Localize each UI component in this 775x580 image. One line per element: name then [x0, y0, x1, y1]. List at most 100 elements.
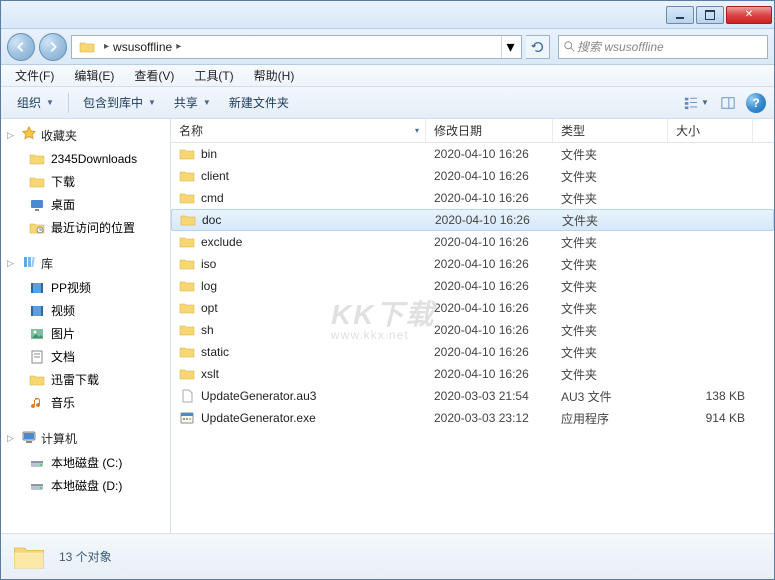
- folder-icon: [179, 190, 195, 206]
- sidebar-item[interactable]: 桌面: [1, 193, 170, 216]
- column-header-date[interactable]: 修改日期: [426, 119, 553, 142]
- address-bar[interactable]: ▸ wsusoffline ▸ ▾: [71, 35, 522, 59]
- explorer-window: ✕ ▸ wsusoffline ▸ ▾ 搜索 wsusoffline 文件(F)…: [0, 0, 775, 580]
- file-row[interactable]: bin2020-04-10 16:26文件夹: [171, 143, 774, 165]
- file-row[interactable]: UpdateGenerator.exe2020-03-03 23:12应用程序9…: [171, 407, 774, 429]
- column-header-name[interactable]: 名称▾: [171, 119, 426, 142]
- preview-pane-button[interactable]: [714, 92, 742, 114]
- chevron-down-icon: ▼: [701, 98, 709, 107]
- file-name: exclude: [201, 235, 242, 249]
- sidebar-item[interactable]: 迅雷下载: [1, 368, 170, 391]
- sidebar-item-label: 本地磁盘 (D:): [51, 477, 122, 494]
- organize-button[interactable]: 组织▼: [9, 90, 62, 115]
- forward-button[interactable]: [39, 33, 67, 61]
- file-name: sh: [201, 323, 214, 337]
- menu-item[interactable]: 编辑(E): [64, 65, 124, 86]
- recent-icon: [29, 220, 45, 236]
- desktop-icon: [29, 197, 45, 213]
- sort-indicator-icon: ▾: [415, 126, 419, 135]
- file-row[interactable]: log2020-04-10 16:26文件夹: [171, 275, 774, 297]
- file-row[interactable]: exclude2020-04-10 16:26文件夹: [171, 231, 774, 253]
- file-row[interactable]: static2020-04-10 16:26文件夹: [171, 341, 774, 363]
- file-row[interactable]: cmd2020-04-10 16:26文件夹: [171, 187, 774, 209]
- column-headers: 名称▾ 修改日期 类型 大小: [171, 119, 774, 143]
- file-name: iso: [201, 257, 216, 271]
- refresh-icon: [531, 40, 545, 54]
- navigation-pane[interactable]: ▷收藏夹2345Downloads下载桌面最近访问的位置▷库PP视频视频图片文档…: [1, 119, 171, 533]
- sidebar-item[interactable]: 最近访问的位置: [1, 216, 170, 239]
- sidebar-item[interactable]: 视频: [1, 299, 170, 322]
- help-button[interactable]: ?: [746, 93, 766, 113]
- file-list[interactable]: KK下载 www.kkx.net bin2020-04-10 16:26文件夹c…: [171, 143, 774, 533]
- breadcrumb-separator-icon[interactable]: ▸: [100, 41, 113, 52]
- column-header-type[interactable]: 类型: [553, 119, 668, 142]
- file-row[interactable]: opt2020-04-10 16:26文件夹: [171, 297, 774, 319]
- search-box[interactable]: 搜索 wsusoffline: [558, 35, 768, 59]
- sidebar-item[interactable]: 下载: [1, 170, 170, 193]
- sidebar-group-libraries[interactable]: ▷库: [1, 251, 170, 276]
- file-row[interactable]: doc2020-04-10 16:26文件夹: [171, 209, 774, 231]
- docs-icon: [29, 349, 45, 365]
- sidebar-item[interactable]: 文档: [1, 345, 170, 368]
- menu-item[interactable]: 文件(F): [5, 65, 64, 86]
- pictures-icon: [29, 326, 45, 342]
- file-type: 文件夹: [553, 256, 668, 273]
- file-name: log: [201, 279, 217, 293]
- new-folder-button[interactable]: 新建文件夹: [221, 90, 297, 115]
- include-in-library-button[interactable]: 包含到库中▼: [75, 90, 164, 115]
- file-name: opt: [201, 301, 218, 315]
- file-row[interactable]: client2020-04-10 16:26文件夹: [171, 165, 774, 187]
- sidebar-group-favorites[interactable]: ▷收藏夹: [1, 123, 170, 148]
- address-dropdown-button[interactable]: ▾: [501, 36, 519, 58]
- sidebar-item-label: 本地磁盘 (C:): [51, 454, 122, 471]
- view-icon: [683, 96, 699, 110]
- folder-icon: [29, 151, 45, 167]
- exe-icon: [179, 410, 195, 426]
- file-row[interactable]: xslt2020-04-10 16:26文件夹: [171, 363, 774, 385]
- sidebar-group-label: 计算机: [41, 430, 77, 447]
- minimize-button[interactable]: [666, 6, 694, 24]
- file-type: 应用程序: [553, 410, 668, 427]
- chevron-down-icon: ▼: [203, 98, 211, 107]
- search-placeholder: 搜索 wsusoffline: [577, 38, 763, 55]
- back-button[interactable]: [7, 33, 35, 61]
- maximize-button[interactable]: [696, 6, 724, 24]
- expand-icon: ▷: [7, 258, 17, 269]
- drive-icon: [29, 478, 45, 494]
- file-type: 文件夹: [553, 190, 668, 207]
- sidebar-item[interactable]: 音乐: [1, 391, 170, 414]
- file-size: 138 KB: [668, 389, 753, 403]
- file-date: 2020-04-10 16:26: [426, 345, 553, 359]
- file-type: 文件夹: [553, 234, 668, 251]
- file-type: 文件夹: [553, 146, 668, 163]
- sidebar-item[interactable]: 图片: [1, 322, 170, 345]
- sidebar-item[interactable]: 本地磁盘 (C:): [1, 451, 170, 474]
- close-button[interactable]: ✕: [726, 6, 772, 24]
- folder-icon: [179, 300, 195, 316]
- status-text: 13 个对象: [59, 548, 112, 565]
- file-row[interactable]: sh2020-04-10 16:26文件夹: [171, 319, 774, 341]
- file-name: bin: [201, 147, 217, 161]
- video-icon: [29, 280, 45, 296]
- share-button[interactable]: 共享▼: [166, 90, 219, 115]
- sidebar-item[interactable]: 本地磁盘 (D:): [1, 474, 170, 497]
- menu-item[interactable]: 查看(V): [124, 65, 184, 86]
- view-options-button[interactable]: ▼: [682, 92, 710, 114]
- file-type: 文件夹: [553, 322, 668, 339]
- breadcrumb-segment[interactable]: wsusoffline: [113, 40, 172, 54]
- sidebar-item[interactable]: PP视频: [1, 276, 170, 299]
- column-header-size[interactable]: 大小: [668, 119, 753, 142]
- sidebar-group-computer[interactable]: ▷计算机: [1, 426, 170, 451]
- file-type: 文件夹: [553, 344, 668, 361]
- folder-icon: [179, 278, 195, 294]
- sidebar-group-label: 收藏夹: [41, 127, 77, 144]
- menu-item[interactable]: 帮助(H): [244, 65, 305, 86]
- menu-item[interactable]: 工具(T): [184, 65, 243, 86]
- breadcrumb-separator-icon[interactable]: ▸: [172, 41, 185, 52]
- refresh-button[interactable]: [526, 35, 550, 59]
- folder-icon: [179, 234, 195, 250]
- computer-icon: [21, 429, 37, 448]
- file-row[interactable]: UpdateGenerator.au32020-03-03 21:54AU3 文…: [171, 385, 774, 407]
- sidebar-item[interactable]: 2345Downloads: [1, 148, 170, 170]
- file-row[interactable]: iso2020-04-10 16:26文件夹: [171, 253, 774, 275]
